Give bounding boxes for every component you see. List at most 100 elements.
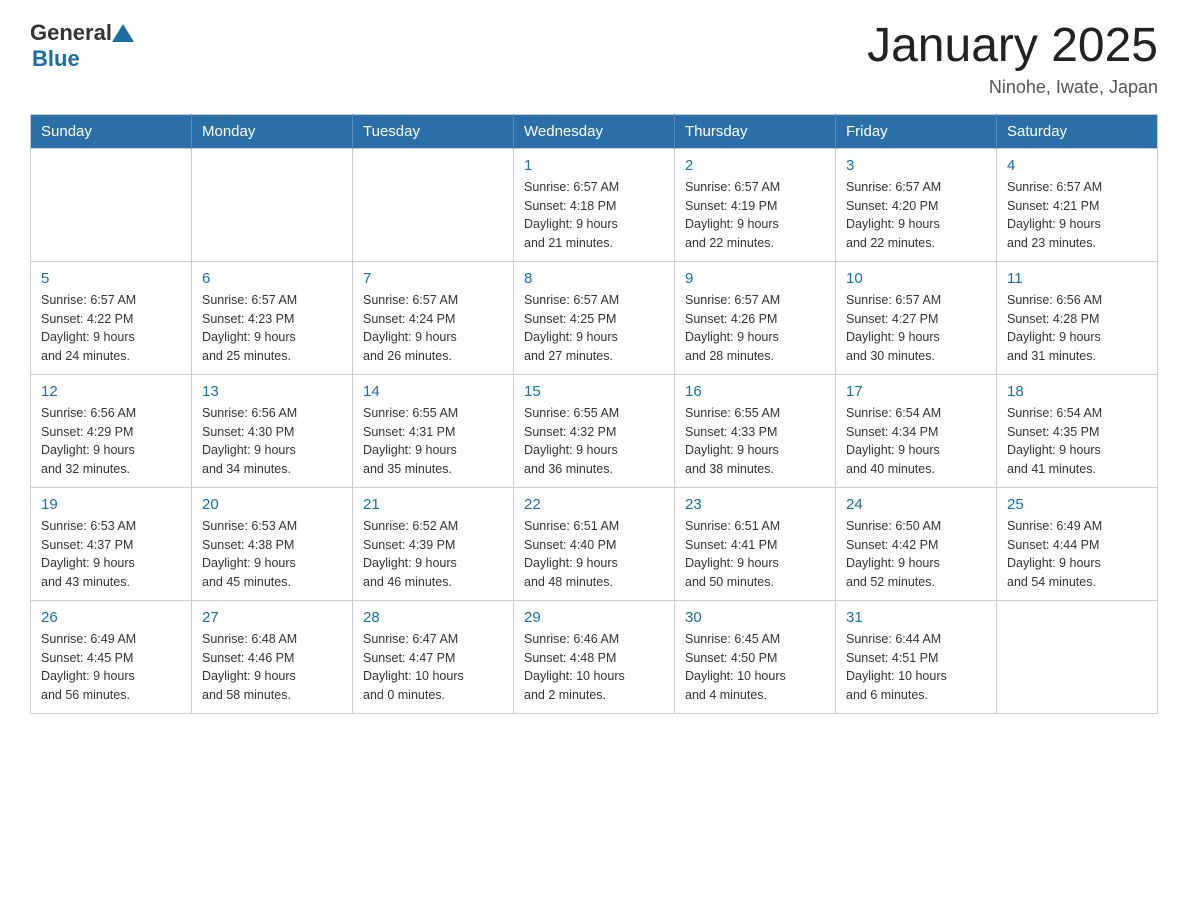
calendar-cell: 3Sunrise: 6:57 AM Sunset: 4:20 PM Daylig… — [836, 148, 997, 261]
page-subtitle: Ninohe, Iwate, Japan — [867, 77, 1158, 98]
calendar-cell: 21 Sunrise: 6:52 AM Sunset: 4:39 PM Dayli… — [353, 487, 514, 600]
day-info: Sunrise: 6:50 AM Sunset: 4:42 PM Dayligh… — [846, 517, 986, 592]
day-number: 5 — [41, 270, 181, 287]
calendar-cell: 7Sunrise: 6:57 AM Sunset: 4:24 PM Daylig… — [353, 261, 514, 374]
day-number: 29 — [524, 609, 664, 626]
day-info: Sunrise: 6:57 AM Sunset: 4:27 PM Dayligh… — [846, 291, 986, 366]
day-number: 23 — [685, 496, 825, 513]
calendar-cell: 13 Sunrise: 6:56 AM Sunset: 4:30 PM Dayli… — [192, 374, 353, 487]
calendar-cell: 1Sunrise: 6:57 AM Sunset: 4:18 PM Daylig… — [514, 148, 675, 261]
calendar-week-4: 19 Sunrise: 6:53 AM Sunset: 4:37 PM Dayli… — [31, 487, 1158, 600]
day-info: Sunrise: 6:51 AM Sunset: 4:41 PM Dayligh… — [685, 517, 825, 592]
weekday-header-saturday: Saturday — [997, 114, 1158, 148]
day-info: Sunrise: 6:57 AM Sunset: 4:23 PM Dayligh… — [202, 291, 342, 366]
calendar-cell: 20 Sunrise: 6:53 AM Sunset: 4:38 PM Dayli… — [192, 487, 353, 600]
calendar-week-5: 26 Sunrise: 6:49 AM Sunset: 4:45 PM Dayli… — [31, 600, 1158, 713]
day-info: Sunrise: 6:56 AM Sunset: 4:29 PM Dayligh… — [41, 404, 181, 479]
weekday-header-sunday: Sunday — [31, 114, 192, 148]
day-number: 6 — [202, 270, 342, 287]
day-number: 28 — [363, 609, 503, 626]
calendar-table: SundayMondayTuesdayWednesdayThursdayFrid… — [30, 114, 1158, 714]
day-number: 26 — [41, 609, 181, 626]
calendar-cell: 24 Sunrise: 6:50 AM Sunset: 4:42 PM Dayli… — [836, 487, 997, 600]
day-number: 1 — [524, 157, 664, 174]
calendar-cell: 25Sunrise: 6:49 AM Sunset: 4:44 PM Dayli… — [997, 487, 1158, 600]
day-number: 13 — [202, 383, 342, 400]
day-number: 24 — [846, 496, 986, 513]
calendar-cell: 14 Sunrise: 6:55 AM Sunset: 4:31 PM Dayli… — [353, 374, 514, 487]
calendar-cell: 23 Sunrise: 6:51 AM Sunset: 4:41 PM Dayli… — [675, 487, 836, 600]
day-number: 2 — [685, 157, 825, 174]
day-info: Sunrise: 6:54 AM Sunset: 4:34 PM Dayligh… — [846, 404, 986, 479]
calendar-cell: 2 Sunrise: 6:57 AM Sunset: 4:19 PM Daylig… — [675, 148, 836, 261]
calendar-cell: 19 Sunrise: 6:53 AM Sunset: 4:37 PM Dayli… — [31, 487, 192, 600]
day-number: 10 — [846, 270, 986, 287]
calendar-header: SundayMondayTuesdayWednesdayThursdayFrid… — [31, 114, 1158, 148]
day-number: 17 — [846, 383, 986, 400]
title-section: January 2025 Ninohe, Iwate, Japan — [867, 20, 1158, 98]
logo: General Blue — [30, 20, 134, 72]
weekday-header-tuesday: Tuesday — [353, 114, 514, 148]
page-header: General Blue January 2025 Ninohe, Iwate,… — [30, 20, 1158, 98]
day-info: Sunrise: 6:57 AM Sunset: 4:25 PM Dayligh… — [524, 291, 664, 366]
calendar-cell: 4 Sunrise: 6:57 AM Sunset: 4:21 PM Daylig… — [997, 148, 1158, 261]
calendar-cell: 29 Sunrise: 6:46 AM Sunset: 4:48 PM Dayli… — [514, 600, 675, 713]
calendar-cell: 11 Sunrise: 6:56 AM Sunset: 4:28 PM Dayli… — [997, 261, 1158, 374]
calendar-cell: 18Sunrise: 6:54 AM Sunset: 4:35 PM Dayli… — [997, 374, 1158, 487]
calendar-week-2: 5 Sunrise: 6:57 AM Sunset: 4:22 PM Daylig… — [31, 261, 1158, 374]
day-info: Sunrise: 6:49 AM Sunset: 4:44 PM Dayligh… — [1007, 517, 1147, 592]
day-info: Sunrise: 6:57 AM Sunset: 4:19 PM Dayligh… — [685, 178, 825, 253]
day-info: Sunrise: 6:57 AM Sunset: 4:20 PM Dayligh… — [846, 178, 986, 253]
day-number: 20 — [202, 496, 342, 513]
weekday-header-row: SundayMondayTuesdayWednesdayThursdayFrid… — [31, 114, 1158, 148]
day-number: 21 — [363, 496, 503, 513]
weekday-header-friday: Friday — [836, 114, 997, 148]
day-info: Sunrise: 6:52 AM Sunset: 4:39 PM Dayligh… — [363, 517, 503, 592]
calendar-cell — [353, 148, 514, 261]
day-info: Sunrise: 6:56 AM Sunset: 4:28 PM Dayligh… — [1007, 291, 1147, 366]
calendar-cell: 10 Sunrise: 6:57 AM Sunset: 4:27 PM Dayli… — [836, 261, 997, 374]
day-number: 14 — [363, 383, 503, 400]
day-number: 27 — [202, 609, 342, 626]
day-info: Sunrise: 6:55 AM Sunset: 4:33 PM Dayligh… — [685, 404, 825, 479]
calendar-cell: 9Sunrise: 6:57 AM Sunset: 4:26 PM Daylig… — [675, 261, 836, 374]
day-number: 15 — [524, 383, 664, 400]
day-info: Sunrise: 6:53 AM Sunset: 4:37 PM Dayligh… — [41, 517, 181, 592]
calendar-cell: 16Sunrise: 6:55 AM Sunset: 4:33 PM Dayli… — [675, 374, 836, 487]
calendar-cell: 17 Sunrise: 6:54 AM Sunset: 4:34 PM Dayli… — [836, 374, 997, 487]
calendar-week-3: 12 Sunrise: 6:56 AM Sunset: 4:29 PM Dayli… — [31, 374, 1158, 487]
calendar-cell: 8 Sunrise: 6:57 AM Sunset: 4:25 PM Daylig… — [514, 261, 675, 374]
logo-blue-text: Blue — [32, 46, 80, 72]
day-info: Sunrise: 6:57 AM Sunset: 4:22 PM Dayligh… — [41, 291, 181, 366]
day-number: 22 — [524, 496, 664, 513]
day-number: 11 — [1007, 270, 1147, 287]
day-info: Sunrise: 6:44 AM Sunset: 4:51 PM Dayligh… — [846, 630, 986, 705]
day-number: 18 — [1007, 383, 1147, 400]
day-number: 8 — [524, 270, 664, 287]
day-info: Sunrise: 6:55 AM Sunset: 4:31 PM Dayligh… — [363, 404, 503, 479]
day-info: Sunrise: 6:53 AM Sunset: 4:38 PM Dayligh… — [202, 517, 342, 592]
calendar-body: 1Sunrise: 6:57 AM Sunset: 4:18 PM Daylig… — [31, 148, 1158, 713]
day-info: Sunrise: 6:57 AM Sunset: 4:26 PM Dayligh… — [685, 291, 825, 366]
day-number: 12 — [41, 383, 181, 400]
calendar-cell: 22Sunrise: 6:51 AM Sunset: 4:40 PM Dayli… — [514, 487, 675, 600]
weekday-header-wednesday: Wednesday — [514, 114, 675, 148]
calendar-cell: 15Sunrise: 6:55 AM Sunset: 4:32 PM Dayli… — [514, 374, 675, 487]
day-info: Sunrise: 6:45 AM Sunset: 4:50 PM Dayligh… — [685, 630, 825, 705]
day-number: 7 — [363, 270, 503, 287]
day-info: Sunrise: 6:48 AM Sunset: 4:46 PM Dayligh… — [202, 630, 342, 705]
day-info: Sunrise: 6:57 AM Sunset: 4:21 PM Dayligh… — [1007, 178, 1147, 253]
calendar-cell: 28 Sunrise: 6:47 AM Sunset: 4:47 PM Dayli… — [353, 600, 514, 713]
calendar-cell: 27 Sunrise: 6:48 AM Sunset: 4:46 PM Dayli… — [192, 600, 353, 713]
day-info: Sunrise: 6:49 AM Sunset: 4:45 PM Dayligh… — [41, 630, 181, 705]
weekday-header-thursday: Thursday — [675, 114, 836, 148]
day-number: 30 — [685, 609, 825, 626]
day-number: 31 — [846, 609, 986, 626]
calendar-week-1: 1Sunrise: 6:57 AM Sunset: 4:18 PM Daylig… — [31, 148, 1158, 261]
day-number: 4 — [1007, 157, 1147, 174]
day-info: Sunrise: 6:56 AM Sunset: 4:30 PM Dayligh… — [202, 404, 342, 479]
calendar-cell: 26 Sunrise: 6:49 AM Sunset: 4:45 PM Dayli… — [31, 600, 192, 713]
day-info: Sunrise: 6:47 AM Sunset: 4:47 PM Dayligh… — [363, 630, 503, 705]
day-number: 19 — [41, 496, 181, 513]
day-info: Sunrise: 6:46 AM Sunset: 4:48 PM Dayligh… — [524, 630, 664, 705]
